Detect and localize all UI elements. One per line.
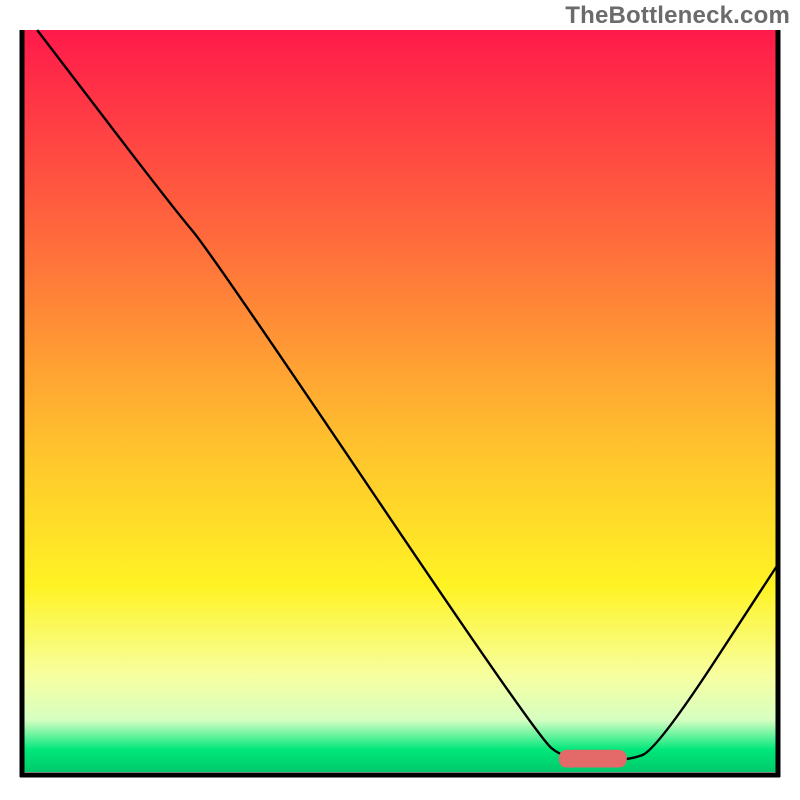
plot-background bbox=[22, 30, 778, 772]
bottleneck-chart bbox=[0, 0, 800, 800]
attribution-label: TheBottleneck.com bbox=[565, 2, 790, 30]
optimal-range-marker bbox=[559, 750, 627, 768]
chart-container: TheBottleneck.com bbox=[0, 0, 800, 800]
